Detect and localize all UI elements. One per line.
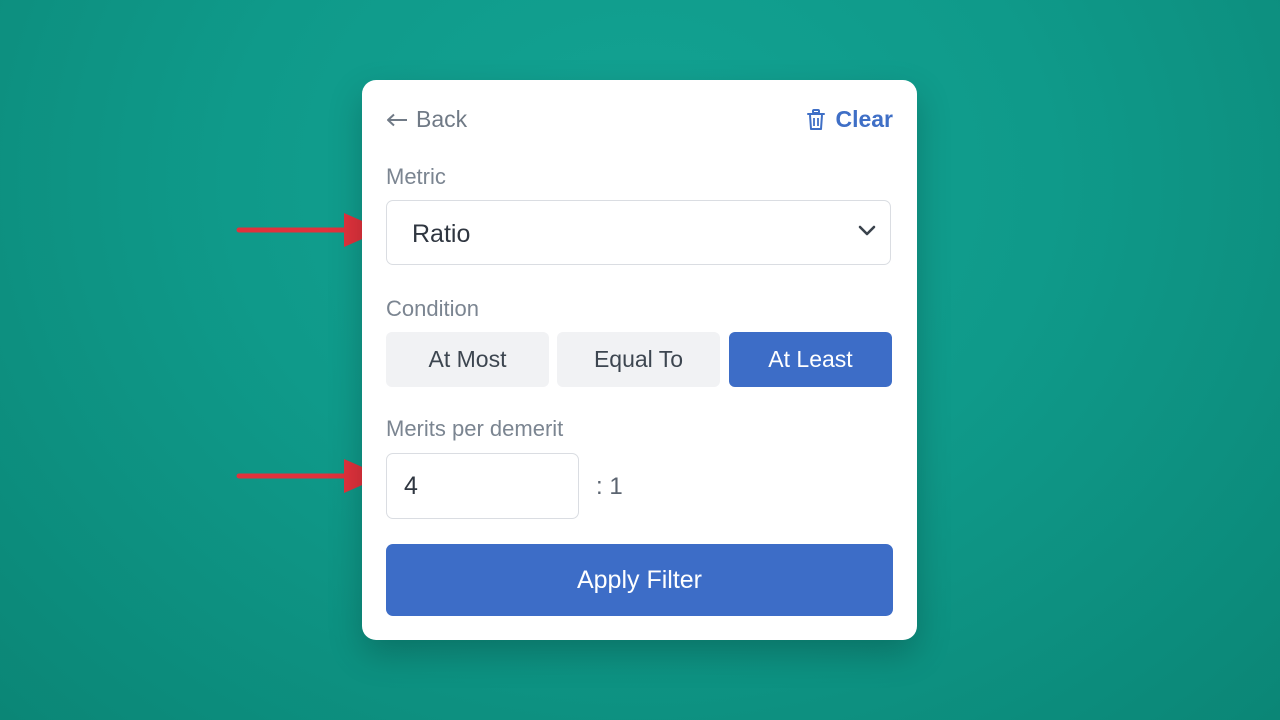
- clear-button[interactable]: Clear: [807, 106, 893, 133]
- condition-option-at-most[interactable]: At Most: [386, 332, 549, 387]
- filter-panel: Back Clear Metric Ratio Condition At Mos…: [362, 80, 917, 640]
- chevron-down-icon: [858, 225, 876, 236]
- back-button[interactable]: Back: [386, 106, 467, 133]
- condition-option-equal-to[interactable]: Equal To: [557, 332, 720, 387]
- condition-label: Condition: [386, 296, 479, 321]
- metric-label: Metric: [386, 164, 446, 189]
- ratio-suffix: : 1: [596, 473, 623, 500]
- merits-label: Merits per demerit: [386, 416, 564, 441]
- metric-selected-value: Ratio: [412, 220, 471, 248]
- back-label: Back: [416, 106, 468, 132]
- clear-label: Clear: [835, 106, 893, 132]
- merits-per-demerit-input[interactable]: [386, 453, 579, 519]
- metric-select[interactable]: Ratio: [386, 200, 891, 265]
- trash-icon: [807, 108, 826, 130]
- condition-option-at-least[interactable]: At Least: [729, 332, 892, 387]
- arrow-left-icon: [387, 113, 407, 126]
- apply-filter-button[interactable]: Apply Filter: [386, 544, 893, 616]
